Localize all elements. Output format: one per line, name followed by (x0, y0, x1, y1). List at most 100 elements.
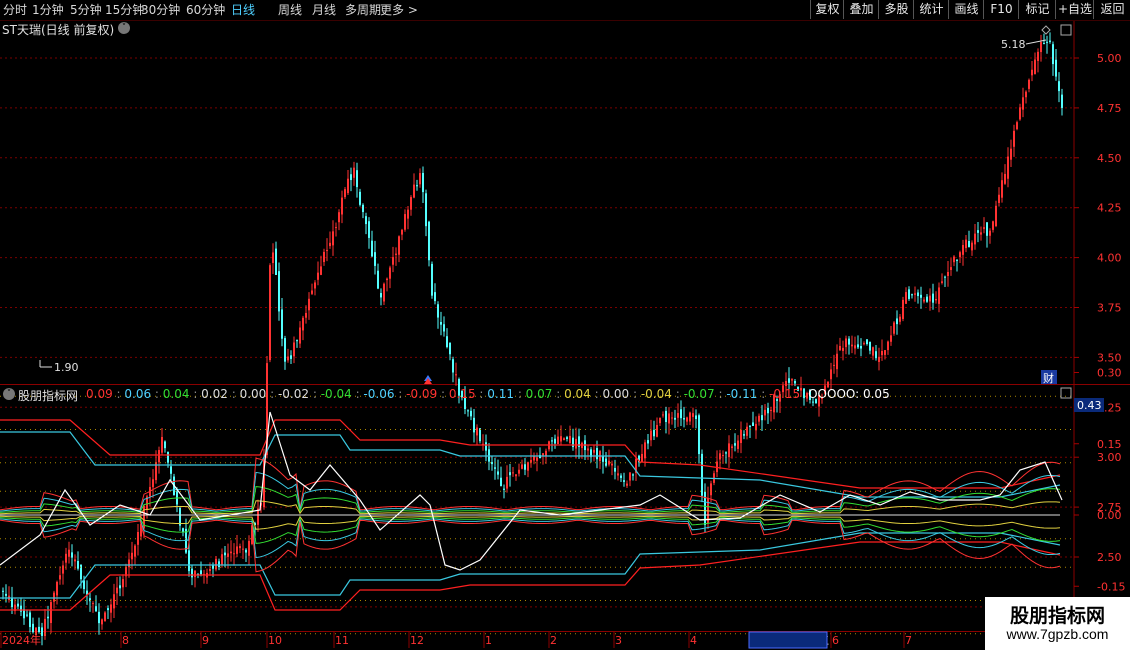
candle-body (20, 605, 22, 612)
candle-body (350, 174, 352, 181)
time-axis-label: 7 (905, 634, 912, 647)
indicator-value: 0.04 (162, 387, 190, 401)
candle-body (641, 453, 643, 462)
candle-body (683, 418, 685, 420)
panel-toggle-icon[interactable] (1060, 24, 1072, 36)
price-axis-label: 3.00 (1097, 451, 1122, 464)
candle-body (722, 455, 724, 457)
candle-body (32, 623, 34, 633)
candle-body (959, 252, 961, 258)
candle-body (665, 410, 667, 422)
candle-body (1025, 91, 1027, 98)
candle-body (968, 240, 970, 247)
time-axis-label: 4 (690, 634, 697, 647)
candle-body (134, 545, 136, 557)
candle-body (284, 338, 286, 362)
candle-body (962, 245, 964, 255)
candle-body (224, 552, 226, 556)
candle-body (230, 551, 232, 554)
indicator-options-chevron-icon[interactable]: ˅ (3, 388, 15, 400)
stock-options-chevron-icon[interactable]: ˅ (118, 22, 130, 34)
diamond-icon[interactable] (1041, 25, 1051, 35)
candle-body (623, 480, 625, 482)
candle-body (890, 335, 892, 342)
indicator-value: 0.00 (602, 387, 630, 401)
candle-body (1052, 44, 1054, 65)
candle-body (830, 369, 832, 380)
candle-body (308, 298, 310, 311)
candle-body (1028, 79, 1030, 89)
candle-body (50, 602, 52, 624)
candle-body (947, 271, 949, 277)
candle-body (1049, 40, 1051, 42)
candle-body (479, 428, 481, 442)
indicator-axis-label: 0.00 (1097, 509, 1122, 522)
candle-body (896, 318, 898, 325)
high-price-label: 5.18 (1001, 38, 1026, 51)
candle-body (209, 569, 211, 572)
watermark-url: www.7gpzb.com (1006, 626, 1109, 642)
candle-body (65, 553, 67, 563)
candle-body (860, 345, 862, 349)
candle-body (452, 359, 454, 373)
candle-body (278, 271, 280, 312)
candle-body (467, 410, 469, 412)
candle-body (938, 287, 940, 304)
candle-body (242, 548, 244, 550)
candle-body (848, 338, 850, 345)
indicator-value: -0.07 (683, 387, 715, 401)
candle-body (290, 355, 292, 359)
candle-body (1043, 43, 1045, 45)
candle-body (953, 256, 955, 263)
candle-body (749, 425, 751, 427)
candle-body (767, 407, 769, 414)
candle-body (614, 467, 616, 472)
candle-body (233, 553, 235, 555)
candle-body (497, 471, 499, 475)
candle-body (503, 488, 505, 490)
candle-body (743, 434, 745, 436)
candle-body (2, 590, 4, 592)
candle-body (878, 356, 880, 362)
candle-body (212, 565, 214, 569)
candle-body (569, 435, 571, 444)
candle-body (956, 259, 958, 261)
candle-body (407, 209, 409, 219)
candle-body (227, 553, 229, 557)
fin-badge-text: 财 (1043, 371, 1054, 385)
candle-body (1055, 59, 1057, 77)
candle-body (236, 546, 238, 554)
candle-body (446, 336, 448, 348)
candle-body (314, 282, 316, 289)
candle-body (1010, 148, 1012, 160)
price-axis-label: 5.00 (1097, 52, 1122, 65)
time-axis-label: 8 (122, 634, 129, 647)
candle-body (950, 267, 952, 270)
candle-body (986, 222, 988, 236)
candle-body (164, 441, 166, 449)
candle-body (299, 327, 301, 344)
stock-title: ST天瑞(日线 前复权) (2, 23, 115, 37)
indicator-value: -0.04 (320, 387, 352, 401)
time-axis-label: 12 (410, 634, 424, 647)
indicator-axis-label: 0.15 (1097, 438, 1122, 451)
candle-body (422, 172, 424, 193)
time-axis-label: 2 (550, 634, 557, 647)
candle-body (401, 229, 403, 235)
candle-body (404, 214, 406, 230)
candle-body (239, 546, 241, 549)
candle-body (785, 380, 787, 387)
candle-body (293, 342, 295, 357)
candle-body (761, 415, 763, 421)
candle-body (671, 417, 673, 419)
candle-body (593, 449, 595, 453)
indicator-band-line (0, 541, 1061, 611)
candle-body (1031, 69, 1033, 76)
chart-canvas: 5.004.754.504.254.003.753.503.253.002.75… (0, 21, 1130, 649)
candle-body (194, 570, 196, 578)
candle-body (500, 477, 502, 487)
candle-body (380, 293, 382, 298)
candle-body (941, 281, 943, 283)
candle-body (1019, 107, 1021, 120)
candle-body (836, 353, 838, 370)
